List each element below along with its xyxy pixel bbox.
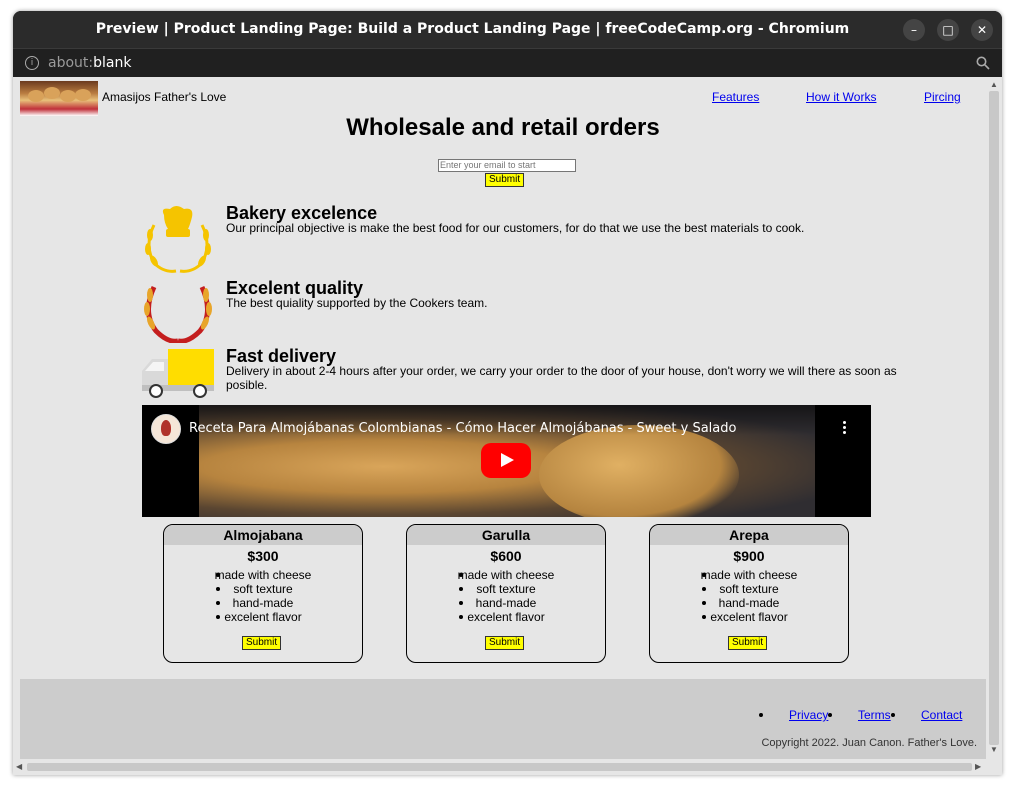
- copyright-text: Copyright 2022. Juan Canon. Father's Lov…: [761, 737, 977, 749]
- search-icon[interactable]: [976, 56, 990, 70]
- product-card: Almojabana $300 made with cheese soft te…: [163, 524, 363, 663]
- url-scheme: about:: [48, 55, 94, 71]
- maximize-button[interactable]: □: [937, 19, 959, 41]
- horizontal-scrollbar[interactable]: ◀ ▶: [13, 759, 986, 775]
- product-name: Almojabana: [164, 525, 362, 545]
- list-item: hand-made: [164, 596, 362, 610]
- video-title[interactable]: Receta Para Almojábanas Colombianas - Có…: [189, 421, 736, 436]
- list-item: made with cheese: [650, 568, 848, 582]
- brand-name: Amasijos Father's Love: [102, 90, 227, 104]
- list-item: soft texture: [164, 582, 362, 596]
- product-name: Garulla: [407, 525, 605, 545]
- address-bar[interactable]: i about:blank: [13, 48, 1002, 78]
- feature-text: hand-made: [718, 596, 780, 610]
- youtube-video-embed[interactable]: Receta Para Almojábanas Colombianas - Có…: [142, 405, 871, 517]
- bullet-icon: [891, 713, 895, 717]
- scrollbar-thumb[interactable]: [27, 763, 972, 771]
- feature-description: The best quiality supported by the Cooke…: [226, 296, 488, 310]
- bakery-logo: [20, 81, 98, 116]
- footer-link-contact[interactable]: Contact: [921, 708, 962, 722]
- product-card: Garulla $600 made with cheese soft textu…: [406, 524, 606, 663]
- product-price: $900: [733, 548, 765, 564]
- feature-description: Our principal objective is make the best…: [226, 221, 805, 235]
- info-icon[interactable]: i: [25, 56, 39, 70]
- feature-text: excelent flavor: [224, 610, 302, 624]
- bullet-icon: [759, 713, 763, 717]
- nav-link-pricing[interactable]: Pircing: [924, 90, 961, 104]
- chef-hat-icon: [145, 206, 211, 273]
- scroll-up-icon[interactable]: ▲: [990, 80, 998, 89]
- feature-text: made with cheese: [457, 568, 555, 582]
- submit-button[interactable]: Submit: [728, 636, 768, 650]
- footer-link-terms[interactable]: Terms: [858, 708, 891, 722]
- list-item: excelent flavor: [407, 610, 605, 624]
- product-features: made with cheese soft texture hand-made …: [650, 568, 848, 624]
- feature-description: Delivery in about 2-4 hours after your o…: [226, 364, 897, 392]
- scroll-down-icon[interactable]: ▼: [990, 745, 998, 754]
- list-item: soft texture: [407, 582, 605, 596]
- nav-link-how-it-works[interactable]: How it Works: [806, 90, 876, 104]
- close-button[interactable]: ✕: [971, 19, 993, 41]
- feature-text: soft texture: [233, 582, 293, 596]
- product-features: made with cheese soft texture hand-made …: [407, 568, 605, 624]
- product-name: Arepa: [650, 525, 848, 545]
- list-item: excelent flavor: [650, 610, 848, 624]
- url-path: blank: [93, 55, 132, 71]
- submit-button[interactable]: Submit: [485, 636, 525, 650]
- play-button[interactable]: [481, 443, 531, 478]
- list-item: made with cheese: [407, 568, 605, 582]
- feature-text: hand-made: [232, 596, 294, 610]
- submit-email-button[interactable]: Submit: [485, 173, 525, 187]
- channel-avatar[interactable]: [151, 414, 181, 444]
- feature-text: hand-made: [475, 596, 537, 610]
- product-card: Arepa $900 made with cheese soft texture…: [649, 524, 849, 663]
- more-options-icon[interactable]: [843, 421, 847, 436]
- footer-link-privacy[interactable]: Privacy: [789, 708, 828, 722]
- list-item: hand-made: [650, 596, 848, 610]
- minimize-button[interactable]: –: [903, 19, 925, 41]
- email-input[interactable]: Enter your email to start: [438, 159, 576, 172]
- feature-text: made with cheese: [700, 568, 798, 582]
- scroll-left-icon[interactable]: ◀: [16, 762, 22, 771]
- product-price: $600: [490, 548, 522, 564]
- scroll-right-icon[interactable]: ▶: [975, 762, 981, 771]
- page-title: Wholesale and retail orders: [346, 114, 660, 141]
- feature-text: soft texture: [719, 582, 779, 596]
- list-item: excelent flavor: [164, 610, 362, 624]
- feature-text: soft texture: [476, 582, 536, 596]
- page-viewport: Amasijos Father's Love Features How it W…: [13, 77, 1002, 775]
- list-item: hand-made: [407, 596, 605, 610]
- product-price: $300: [247, 548, 279, 564]
- landing-page: Amasijos Father's Love Features How it W…: [20, 77, 986, 775]
- vertical-scrollbar[interactable]: ▲ ▼: [986, 77, 1002, 759]
- window-title: Preview | Product Landing Page: Build a …: [95, 21, 850, 37]
- nav-link-features[interactable]: Features: [712, 90, 759, 104]
- feature-text: excelent flavor: [467, 610, 545, 624]
- browser-window: Preview | Product Landing Page: Build a …: [13, 11, 1002, 775]
- url-text[interactable]: about:blank: [48, 49, 131, 78]
- bullet-icon: [828, 713, 832, 717]
- list-item: made with cheese: [164, 568, 362, 582]
- list-item: soft texture: [650, 582, 848, 596]
- product-features: made with cheese soft texture hand-made …: [164, 568, 362, 624]
- laurel-wreath-icon: [144, 285, 212, 343]
- title-bar: Preview | Product Landing Page: Build a …: [13, 11, 1002, 48]
- submit-button[interactable]: Submit: [242, 636, 282, 650]
- delivery-truck-icon: [142, 349, 214, 398]
- feature-text: excelent flavor: [710, 610, 788, 624]
- scrollbar-thumb[interactable]: [989, 91, 999, 745]
- feature-text: made with cheese: [214, 568, 312, 582]
